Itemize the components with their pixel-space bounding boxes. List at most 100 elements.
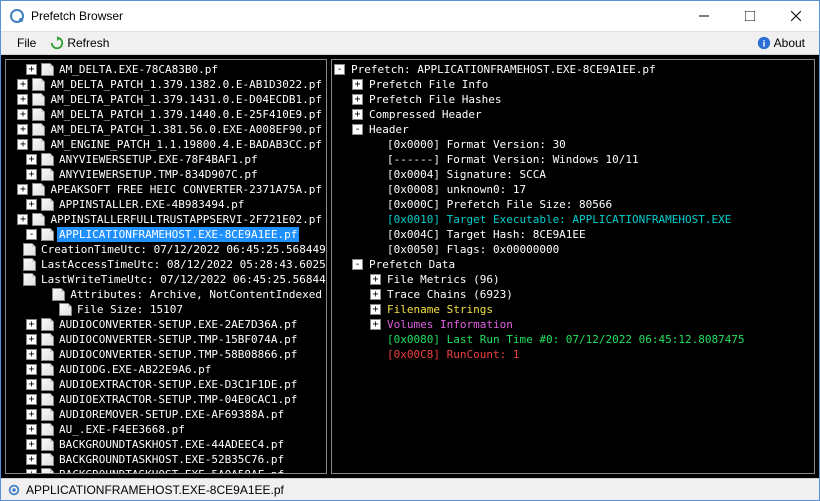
tree-item[interactable]: [0x0008] unknown0: 17 [334, 182, 812, 197]
tree-item[interactable]: +File Metrics (96) [334, 272, 812, 287]
tree-item-label: AM_DELTA.EXE-78CA83B0.pf [57, 62, 220, 77]
tree-item[interactable]: [0x0010] Target Executable: APPLICATIONF… [334, 212, 812, 227]
collapse-toggle[interactable]: - [334, 64, 345, 75]
expand-toggle[interactable]: + [370, 319, 381, 330]
tree-item[interactable]: +AUDIOREMOVER-SETUP.EXE-AF69388A.pf [8, 407, 324, 422]
expand-toggle[interactable]: + [17, 214, 28, 225]
menu-file[interactable]: File [9, 34, 44, 52]
tree-item[interactable]: +APPINSTALLERFULLTRUSTAPPSERVI-2F721E02.… [8, 212, 324, 227]
tree-item[interactable]: +Prefetch File Info [334, 77, 812, 92]
expand-toggle[interactable]: + [26, 409, 37, 420]
expand-toggle[interactable]: + [26, 364, 37, 375]
tree-item[interactable]: [0x00C8] RunCount: 1 [334, 347, 812, 362]
expand-toggle[interactable]: + [26, 439, 37, 450]
tree-item[interactable]: -Prefetch Data [334, 257, 812, 272]
expand-toggle[interactable]: + [26, 454, 37, 465]
tree-item[interactable]: [0x0000] Format Version: 30 [334, 137, 812, 152]
tree-item-label: ANYVIEWERSETUP.EXE-78F4BAF1.pf [57, 152, 260, 167]
tree-item[interactable]: + AM_DELTA.EXE-78CA83B0.pf [8, 62, 324, 77]
expand-toggle[interactable]: + [26, 349, 37, 360]
expand-toggle[interactable]: + [26, 64, 37, 75]
tree-item[interactable]: +BACKGROUNDTASKHOST.EXE-5A0A58AF.pf [8, 467, 324, 474]
expand-toggle[interactable]: + [26, 154, 37, 165]
expand-toggle[interactable]: + [352, 94, 363, 105]
file-icon [41, 348, 54, 361]
expand-toggle[interactable]: + [26, 319, 37, 330]
file-icon [41, 363, 54, 376]
tree-item-label: AM_DELTA_PATCH_1.379.1440.0.E-25F410E9.p… [48, 107, 324, 122]
expand-toggle[interactable]: + [17, 184, 28, 195]
minimize-button[interactable] [681, 1, 727, 31]
collapse-toggle[interactable]: - [352, 124, 363, 135]
expand-toggle[interactable]: + [17, 124, 28, 135]
about-button[interactable]: i About [751, 34, 811, 52]
tree-item[interactable]: +AUDIOEXTRACTOR-SETUP.EXE-D3C1F1DE.pf [8, 377, 324, 392]
right-tree-pane[interactable]: -Prefetch: APPLICATIONFRAMEHOST.EXE-8CE9… [331, 59, 815, 474]
tree-item[interactable]: Attributes: Archive, NotContentIndexed [8, 287, 324, 302]
tree-item[interactable]: [0x004C] Target Hash: 8CE9A1EE [334, 227, 812, 242]
tree-item[interactable]: [0x0050] Flags: 0x00000000 [334, 242, 812, 257]
tree-item[interactable]: +AUDIOEXTRACTOR-SETUP.TMP-04E0CAC1.pf [8, 392, 324, 407]
tree-item[interactable]: -Header [334, 122, 812, 137]
maximize-button[interactable] [727, 1, 773, 31]
tree-item[interactable]: [0x0080] Last Run Time #0: 07/12/2022 06… [334, 332, 812, 347]
tree-item[interactable]: +AM_DELTA_PATCH_1.381.56.0.EXE-A008EF90.… [8, 122, 324, 137]
tree-item[interactable]: + AM_DELTA_PATCH_1.379.1440.0.E-25F410E9.… [8, 107, 324, 122]
tree-item[interactable]: + ANYVIEWERSETUP.EXE-78F4BAF1.pf [8, 152, 324, 167]
tree-item[interactable]: +BACKGROUNDTASKHOST.EXE-44ADEEC4.pf [8, 437, 324, 452]
tree-item[interactable]: +APEAKSOFT FREE HEIC CONVERTER-2371A75A.… [8, 182, 324, 197]
collapse-toggle[interactable]: - [26, 229, 37, 240]
statusbar: APPLICATIONFRAMEHOST.EXE-8CE9A1EE.pf [1, 478, 819, 500]
tree-item[interactable]: CreationTimeUtc: 07/12/2022 06:45:25.568… [8, 242, 324, 257]
expand-toggle[interactable]: + [26, 424, 37, 435]
tree-item[interactable]: [0x0004] Signature: SCCA [334, 167, 812, 182]
tree-item[interactable]: +AM_DELTA_PATCH_1.379.1382.0.E-AB1D3022.… [8, 77, 324, 92]
expand-toggle[interactable]: + [26, 469, 37, 474]
tree-item[interactable]: LastWriteTimeUtc: 07/12/2022 06:45:25.56… [8, 272, 324, 287]
tree-item[interactable]: +AM_ENGINE_PATCH_1.1.19800.4.E-BADAB3CC.… [8, 137, 324, 152]
expand-toggle[interactable]: + [370, 274, 381, 285]
expand-toggle[interactable]: + [26, 334, 37, 345]
tree-item[interactable]: +AUDIOCONVERTER-SETUP.EXE-2AE7D36A.pf [8, 317, 324, 332]
collapse-toggle[interactable]: - [352, 259, 363, 270]
tree-item[interactable]: -APPLICATIONFRAMEHOST.EXE-8CE9A1EE.pf [8, 227, 324, 242]
expand-toggle[interactable]: + [17, 109, 28, 120]
tree-item[interactable]: +Volumes Information [334, 317, 812, 332]
tree-item[interactable]: [0x000C] Prefetch File Size: 80566 [334, 197, 812, 212]
tree-item-label: [0x00C8] RunCount: 1 [385, 347, 521, 362]
expand-toggle[interactable]: + [17, 79, 28, 90]
tree-item[interactable]: +Filename Strings [334, 302, 812, 317]
tree-item[interactable]: +AUDIODG.EXE-AB22E9A6.pf [8, 362, 324, 377]
expand-toggle[interactable]: + [370, 289, 381, 300]
tree-item[interactable]: -Prefetch: APPLICATIONFRAMEHOST.EXE-8CE9… [334, 62, 812, 77]
tree-item[interactable]: File Size: 15107 [8, 302, 324, 317]
expand-toggle[interactable]: + [26, 199, 37, 210]
expand-toggle[interactable]: + [26, 169, 37, 180]
expand-toggle[interactable]: + [17, 139, 28, 150]
expand-toggle[interactable]: + [17, 94, 28, 105]
file-icon [23, 258, 36, 271]
tree-item[interactable]: LastAccessTimeUtc: 08/12/2022 05:28:43.6… [8, 257, 324, 272]
expand-toggle[interactable]: + [370, 304, 381, 315]
refresh-button[interactable]: Refresh [44, 34, 115, 52]
tree-item[interactable]: +AUDIOCONVERTER-SETUP.TMP-58B08866.pf [8, 347, 324, 362]
tree-item[interactable]: +Compressed Header [334, 107, 812, 122]
tree-item[interactable]: [------] Format Version: Windows 10/11 [334, 152, 812, 167]
tree-item[interactable]: +ANYVIEWERSETUP.TMP-834D907C.pf [8, 167, 324, 182]
tree-item[interactable]: +AM_DELTA_PATCH_1.379.1431.0.E-D04ECDB1.… [8, 92, 324, 107]
expand-toggle[interactable]: + [352, 79, 363, 90]
expand-toggle[interactable]: + [26, 394, 37, 405]
file-icon [32, 78, 45, 91]
file-icon [32, 108, 45, 121]
tree-item[interactable]: +AUDIOCONVERTER-SETUP.TMP-15BF074A.pf [8, 332, 324, 347]
expand-toggle[interactable]: + [26, 379, 37, 390]
tree-item[interactable]: +AU_.EXE-F4EE3668.pf [8, 422, 324, 437]
left-tree-pane[interactable]: +AM_DELTA.EXE-78CA83B0.pf+AM_DELTA_PATCH… [5, 59, 327, 474]
expand-toggle[interactable]: + [352, 109, 363, 120]
tree-item[interactable]: +APPINSTALLER.EXE-4B983494.pf [8, 197, 324, 212]
tree-item[interactable]: +BACKGROUNDTASKHOST.EXE-52B35C76.pf [8, 452, 324, 467]
tree-item[interactable]: +Trace Chains (6923) [334, 287, 812, 302]
close-button[interactable] [773, 1, 819, 31]
tree-item[interactable]: +Prefetch File Hashes [334, 92, 812, 107]
tree-item-label: [0x0008] unknown0: 17 [385, 182, 528, 197]
